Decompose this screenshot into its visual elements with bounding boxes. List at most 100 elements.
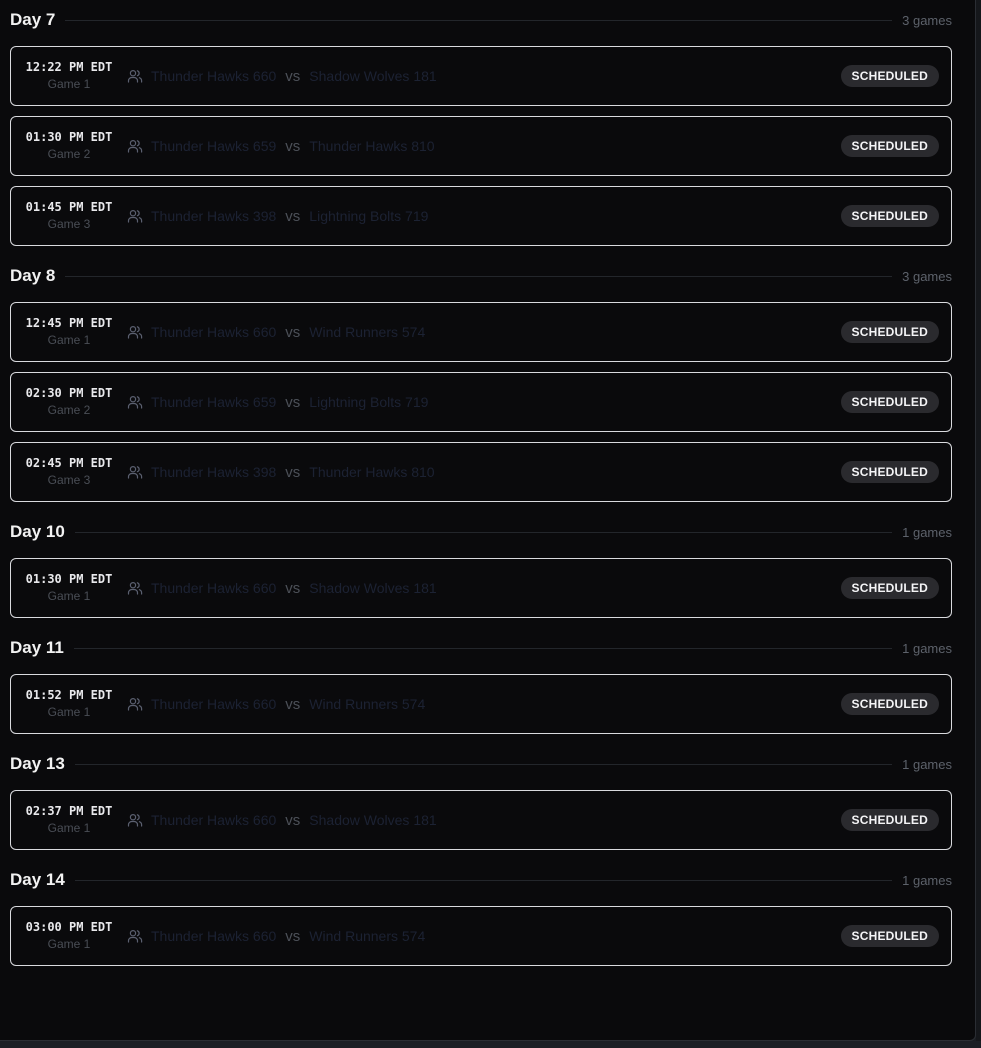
game-time: 02:30 PM EDT — [25, 385, 113, 400]
game-time-block: 12:22 PM EDT Game 1 — [11, 60, 127, 91]
games-list: 12:22 PM EDT Game 1 Thunder Hawks 660 vs… — [10, 40, 952, 246]
users-icon — [127, 324, 143, 340]
home-team: Thunder Hawks 398 — [151, 208, 277, 224]
day-game-count: 1 games — [902, 756, 952, 772]
game-card[interactable]: 02:45 PM EDT Game 3 Thunder Hawks 398 vs… — [10, 442, 952, 502]
games-list: 03:00 PM EDT Game 1 Thunder Hawks 660 vs… — [10, 900, 952, 966]
users-icon — [127, 464, 143, 480]
day-section: Day 14 1 games 03:00 PM EDT Game 1 Thund… — [10, 860, 952, 966]
away-team: Wind Runners 574 — [309, 928, 426, 944]
game-time: 12:22 PM EDT — [25, 59, 113, 74]
schedule-panel: Day 7 3 games 12:22 PM EDT Game 1 Thunde… — [0, 0, 976, 1041]
game-time: 12:45 PM EDT — [25, 315, 113, 330]
versus-label: vs — [285, 137, 301, 155]
day-header: Day 14 1 games — [10, 860, 952, 900]
day-section: Day 13 1 games 02:37 PM EDT Game 1 Thund… — [10, 744, 952, 850]
game-time-block: 01:30 PM EDT Game 1 — [11, 572, 127, 603]
day-title: Day 10 — [10, 522, 65, 541]
day-divider — [65, 275, 893, 277]
day-header: Day 8 3 games — [10, 256, 952, 296]
game-number: Game 1 — [47, 936, 91, 951]
game-time: 02:37 PM EDT — [25, 803, 113, 818]
game-time: 01:30 PM EDT — [25, 129, 113, 144]
day-game-count: 1 games — [902, 524, 952, 540]
users-icon — [127, 68, 143, 84]
day-header: Day 7 3 games — [10, 0, 952, 40]
versus-label: vs — [285, 811, 301, 829]
game-card[interactable]: 02:30 PM EDT Game 2 Thunder Hawks 659 vs… — [10, 372, 952, 432]
versus-label: vs — [285, 463, 301, 481]
day-header: Day 11 1 games — [10, 628, 952, 668]
games-list: 12:45 PM EDT Game 1 Thunder Hawks 660 vs… — [10, 296, 952, 502]
game-time-block: 01:30 PM EDT Game 2 — [11, 130, 127, 161]
game-card[interactable]: 01:30 PM EDT Game 2 Thunder Hawks 659 vs… — [10, 116, 952, 176]
game-number: Game 1 — [47, 332, 91, 347]
status-badge: SCHEDULED — [840, 809, 939, 831]
status-badge: SCHEDULED — [840, 135, 939, 157]
home-team: Thunder Hawks 660 — [151, 68, 277, 84]
day-section: Day 7 3 games 12:22 PM EDT Game 1 Thunde… — [10, 0, 952, 246]
game-number: Game 3 — [47, 472, 91, 487]
day-section: Day 10 1 games 01:30 PM EDT Game 1 Thund… — [10, 512, 952, 618]
game-number: Game 1 — [47, 76, 91, 91]
games-list: 02:37 PM EDT Game 1 Thunder Hawks 660 vs… — [10, 784, 952, 850]
status-badge: SCHEDULED — [840, 461, 939, 483]
game-card[interactable]: 02:37 PM EDT Game 1 Thunder Hawks 660 vs… — [10, 790, 952, 850]
game-card[interactable]: 01:30 PM EDT Game 1 Thunder Hawks 660 vs… — [10, 558, 952, 618]
game-time: 01:30 PM EDT — [25, 571, 113, 586]
away-team: Wind Runners 574 — [309, 324, 426, 340]
away-team: Lightning Bolts 719 — [309, 394, 429, 410]
day-divider — [65, 19, 893, 21]
versus-label: vs — [285, 207, 301, 225]
away-team: Shadow Wolves 181 — [309, 68, 437, 84]
game-time-block: 12:45 PM EDT Game 1 — [11, 316, 127, 347]
versus-label: vs — [285, 67, 301, 85]
users-icon — [127, 208, 143, 224]
status-badge: SCHEDULED — [840, 65, 939, 87]
home-team: Thunder Hawks 660 — [151, 928, 277, 944]
games-list: 01:30 PM EDT Game 1 Thunder Hawks 660 vs… — [10, 552, 952, 618]
day-header: Day 13 1 games — [10, 744, 952, 784]
day-divider — [73, 647, 893, 649]
day-title: Day 11 — [10, 638, 64, 657]
scrollbar-track[interactable] — [976, 0, 981, 1041]
versus-label: vs — [285, 579, 301, 597]
users-icon — [127, 580, 143, 596]
game-card[interactable]: 12:45 PM EDT Game 1 Thunder Hawks 660 vs… — [10, 302, 952, 362]
away-team: Wind Runners 574 — [309, 696, 426, 712]
away-team: Shadow Wolves 181 — [309, 580, 437, 596]
game-time: 02:45 PM EDT — [25, 455, 113, 470]
status-badge: SCHEDULED — [840, 693, 939, 715]
game-card[interactable]: 01:45 PM EDT Game 3 Thunder Hawks 398 vs… — [10, 186, 952, 246]
day-section: Day 8 3 games 12:45 PM EDT Game 1 Thunde… — [10, 256, 952, 502]
day-game-count: 1 games — [902, 872, 952, 888]
day-header: Day 10 1 games — [10, 512, 952, 552]
game-card[interactable]: 01:52 PM EDT Game 1 Thunder Hawks 660 vs… — [10, 674, 952, 734]
users-icon — [127, 696, 143, 712]
home-team: Thunder Hawks 660 — [151, 580, 277, 596]
bottom-edge — [0, 1041, 981, 1048]
day-game-count: 3 games — [902, 12, 952, 28]
game-card[interactable]: 03:00 PM EDT Game 1 Thunder Hawks 660 vs… — [10, 906, 952, 966]
users-icon — [127, 394, 143, 410]
home-team: Thunder Hawks 659 — [151, 394, 277, 410]
game-time-block: 02:37 PM EDT Game 1 — [11, 804, 127, 835]
home-team: Thunder Hawks 659 — [151, 138, 277, 154]
away-team: Lightning Bolts 719 — [309, 208, 429, 224]
versus-label: vs — [285, 695, 301, 713]
away-team: Thunder Hawks 810 — [309, 464, 435, 480]
home-team: Thunder Hawks 660 — [151, 812, 277, 828]
day-divider — [74, 879, 893, 881]
day-title: Day 13 — [10, 754, 65, 773]
day-section: Day 11 1 games 01:52 PM EDT Game 1 Thund… — [10, 628, 952, 734]
game-time: 03:00 PM EDT — [25, 919, 113, 934]
game-number: Game 1 — [47, 704, 91, 719]
game-card[interactable]: 12:22 PM EDT Game 1 Thunder Hawks 660 vs… — [10, 46, 952, 106]
game-time-block: 01:45 PM EDT Game 3 — [11, 200, 127, 231]
versus-label: vs — [285, 323, 301, 341]
schedule-days-list: Day 7 3 games 12:22 PM EDT Game 1 Thunde… — [10, 0, 952, 976]
away-team: Thunder Hawks 810 — [309, 138, 435, 154]
status-badge: SCHEDULED — [840, 321, 939, 343]
day-title: Day 14 — [10, 870, 65, 889]
game-time: 01:45 PM EDT — [25, 199, 113, 214]
